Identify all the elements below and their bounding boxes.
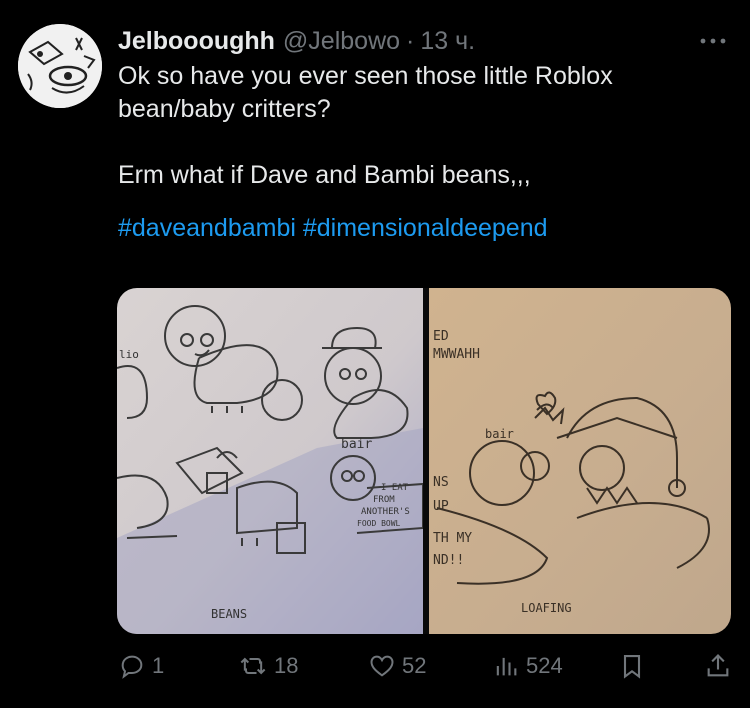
post-text-line-1: Ok so have you ever seen those little Ro… xyxy=(118,62,613,123)
left-sketch-text-3: ANOTHER'S xyxy=(361,507,410,517)
like-icon xyxy=(370,655,394,677)
reply-count: 1 xyxy=(152,653,165,678)
left-sketch-image: bair I EAT FROM ANOTHER'S FOOD BOWL BEAN… xyxy=(117,288,424,634)
right-sketch-text-up: UP xyxy=(433,499,449,514)
author-avatar[interactable] xyxy=(18,24,102,108)
like-count: 52 xyxy=(402,653,427,678)
author-handle[interactable]: @Jelbowo xyxy=(283,27,400,56)
header-separator: · xyxy=(406,26,415,55)
repost-icon xyxy=(240,657,266,675)
views-button[interactable]: 524 xyxy=(492,648,563,684)
right-sketch-text-bair: bair xyxy=(485,427,514,441)
right-sketch-text-nd: ND!! xyxy=(433,553,464,568)
post-timestamp[interactable]: 13 ч. xyxy=(420,27,475,56)
post-text-line-2: Erm what if Dave and Bambi beans,,, xyxy=(118,161,531,189)
right-sketch-text-ns: NS xyxy=(433,475,449,490)
hashtag-dimensionaldeepend[interactable]: #dimensionaldeepend xyxy=(303,214,548,242)
left-sketch-text-1: I EAT xyxy=(381,483,409,493)
author-name[interactable]: Jelboooughh xyxy=(118,27,275,56)
left-sketch-text-4: FOOD BOWL xyxy=(357,519,401,528)
more-icon[interactable] xyxy=(694,24,732,58)
left-sketch-text-2: FROM xyxy=(373,495,395,505)
left-sketch-text-beans: BEANS xyxy=(211,607,247,621)
right-sketch-text-ed: ED xyxy=(433,329,449,344)
post-header: Jelboooughh @Jelbowo · 13 ч. xyxy=(118,24,732,58)
left-sketch-text-bair: bair xyxy=(341,437,372,452)
repost-button[interactable]: 18 xyxy=(238,648,298,684)
like-button[interactable]: 52 xyxy=(368,648,426,684)
right-sketch-text-loafing: LOAFING xyxy=(521,601,572,615)
reply-icon xyxy=(121,655,143,679)
share-button[interactable] xyxy=(704,648,738,684)
views-count: 524 xyxy=(526,653,563,678)
bookmark-button[interactable] xyxy=(618,648,652,684)
bookmark-icon xyxy=(623,655,641,679)
reply-button[interactable]: 1 xyxy=(118,648,164,684)
left-sketch-text-lio: lio xyxy=(119,348,139,361)
repost-count: 18 xyxy=(274,653,299,678)
post-actions: 1 18 52 524 xyxy=(118,648,732,684)
right-sketch-image: ED MWWAHH bair NS UP TH MY ND!! LOAFING xyxy=(429,288,731,634)
post-text: Ok so have you ever seen those little Ro… xyxy=(118,60,718,245)
post-media[interactable]: bair I EAT FROM ANOTHER'S FOOD BOWL BEAN… xyxy=(117,288,731,634)
hashtags: #daveandbambi #dimensionaldeepend xyxy=(118,212,718,245)
right-sketch-text-mwwahh: MWWAHH xyxy=(433,347,480,362)
share-icon xyxy=(707,654,729,677)
hashtag-daveandbambi[interactable]: #daveandbambi xyxy=(118,214,296,242)
views-icon xyxy=(496,657,517,676)
right-sketch-text-th-my: TH MY xyxy=(433,531,472,546)
